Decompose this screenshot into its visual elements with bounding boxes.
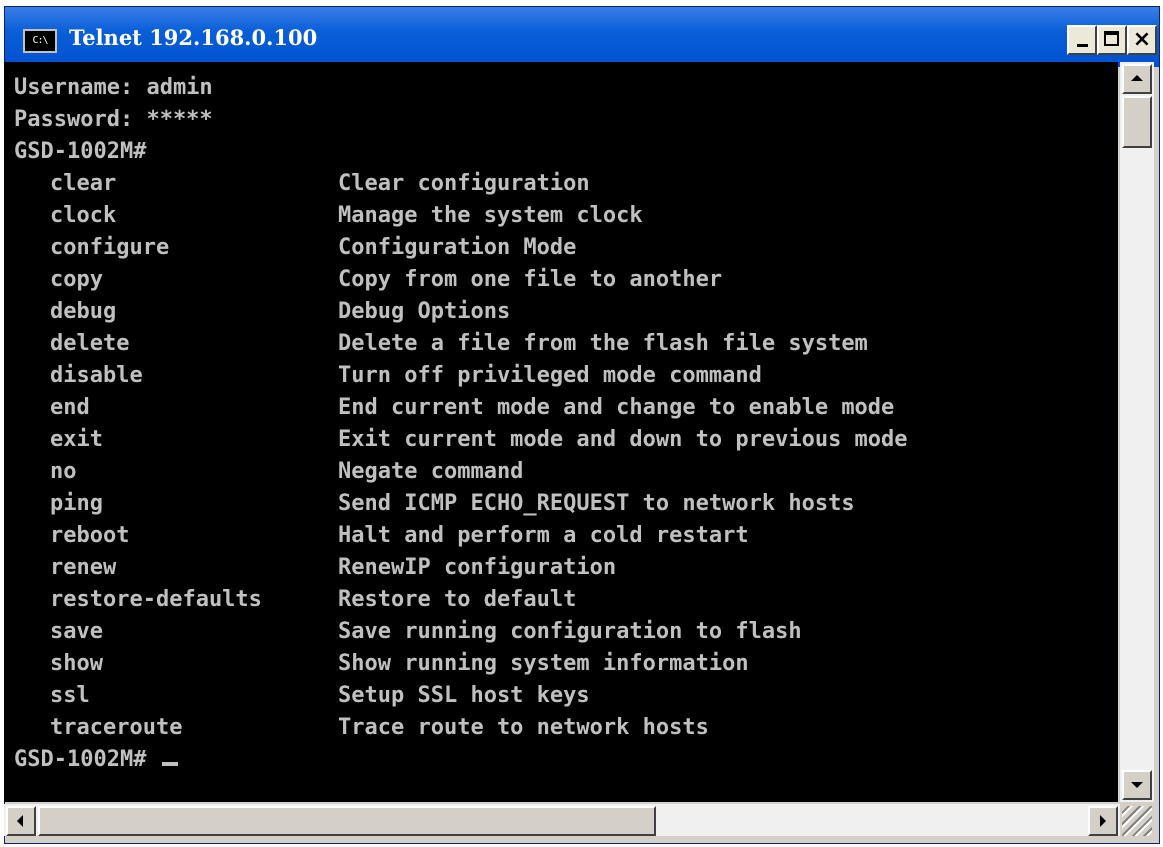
command-name: disable xyxy=(50,363,143,388)
command-description: Turn off privileged mode command xyxy=(338,363,762,388)
cli-prompt: GSD-1002M# xyxy=(14,139,147,164)
resize-grip[interactable] xyxy=(1122,806,1152,836)
command-description: Trace route to network hosts xyxy=(338,715,709,740)
command-name: configure xyxy=(50,235,170,260)
horizontal-scrollbar[interactable] xyxy=(4,804,1120,836)
command-name: traceroute xyxy=(50,715,183,740)
maximize-icon xyxy=(1104,31,1119,46)
command-name: debug xyxy=(50,299,117,324)
command-name: no xyxy=(50,459,77,484)
command-row: restore-defaults Restore to default xyxy=(4,584,1118,616)
maximize-button[interactable] xyxy=(1097,25,1127,55)
command-row: disable Turn off privileged mode command xyxy=(4,360,1118,392)
command-description: Clear configuration xyxy=(338,171,590,196)
vertical-scrollbar[interactable] xyxy=(1120,62,1154,802)
scroll-up-button[interactable] xyxy=(1122,64,1152,94)
command-description: Copy from one file to another xyxy=(338,267,723,292)
command-row: ssl Setup SSL host keys xyxy=(4,680,1118,712)
command-row: save Save running configuration to flash xyxy=(4,616,1118,648)
command-row: no Negate command xyxy=(4,456,1118,488)
console-app-icon[interactable]: C:\ xyxy=(23,29,57,53)
command-name: delete xyxy=(50,331,130,356)
command-description: Negate command xyxy=(338,459,524,484)
scroll-right-button[interactable] xyxy=(1088,806,1118,836)
left-arrow-icon xyxy=(17,815,23,827)
command-description: Setup SSL host keys xyxy=(338,683,590,708)
command-row: end End current mode and change to enable… xyxy=(4,392,1118,424)
command-name: clear xyxy=(50,171,117,196)
command-description: Delete a file from the flash file system xyxy=(338,331,868,356)
command-row: delete Delete a file from the flash file … xyxy=(4,328,1118,360)
command-name: reboot xyxy=(50,523,130,548)
vertical-scroll-thumb[interactable] xyxy=(1122,96,1152,148)
command-description: Restore to default xyxy=(338,587,577,612)
close-icon: × xyxy=(1132,27,1152,52)
command-name: restore-defaults xyxy=(50,587,262,612)
command-name: ping xyxy=(50,491,103,516)
login-prompt-password: Password: ***** xyxy=(14,107,213,132)
up-arrow-icon xyxy=(1131,75,1143,81)
down-arrow-icon xyxy=(1131,782,1143,788)
command-row: copy Copy from one file to another xyxy=(4,264,1118,296)
command-row: ping Send ICMP ECHO_REQUEST to network ho… xyxy=(4,488,1118,520)
command-row: renew RenewIP configuration xyxy=(4,552,1118,584)
command-name: show xyxy=(50,651,103,676)
command-description: Exit current mode and down to previous m… xyxy=(338,427,908,452)
command-row: exit Exit current mode and down to previo… xyxy=(4,424,1118,456)
command-description: End current mode and change to enable mo… xyxy=(338,395,895,420)
minimize-icon xyxy=(1077,44,1088,47)
window-title: Telnet 192.168.0.100 xyxy=(69,25,318,50)
horizontal-scroll-thumb[interactable] xyxy=(38,806,656,836)
text-cursor xyxy=(161,762,178,766)
scroll-down-button[interactable] xyxy=(1122,770,1152,800)
command-description: RenewIP configuration xyxy=(338,555,617,580)
login-prompt-username: Username: admin xyxy=(14,75,213,100)
command-row: clock Manage the system clock xyxy=(4,200,1118,232)
command-name: save xyxy=(50,619,103,644)
command-row: reboot Halt and perform a cold restart xyxy=(4,520,1118,552)
command-row: configure Configuration Mode xyxy=(4,232,1118,264)
title-bar[interactable]: C:\ Telnet 192.168.0.100 × xyxy=(5,7,1159,67)
command-description: Send ICMP ECHO_REQUEST to network hosts xyxy=(338,491,855,516)
command-name: ssl xyxy=(50,683,90,708)
command-row: debug Debug Options xyxy=(4,296,1118,328)
terminal-line: Username: admin xyxy=(4,72,1118,104)
minimize-button[interactable] xyxy=(1067,25,1097,55)
terminal-output[interactable]: Username: admin Password: ***** GSD-1002… xyxy=(4,62,1118,802)
command-description: Halt and perform a cold restart xyxy=(338,523,749,548)
final-prompt-line: GSD-1002M# xyxy=(14,744,178,776)
command-description: Manage the system clock xyxy=(338,203,643,228)
scroll-left-button[interactable] xyxy=(6,806,36,836)
command-row: traceroute Trace route to network hosts xyxy=(4,712,1118,744)
terminal-line: GSD-1002M# xyxy=(4,136,1118,168)
command-row: clear Clear configuration xyxy=(4,168,1118,200)
right-arrow-icon xyxy=(1100,815,1106,827)
command-description: Show running system information xyxy=(338,651,749,676)
command-description: Debug Options xyxy=(338,299,511,324)
terminal-line: GSD-1002M# xyxy=(4,744,1118,776)
command-row: show Show running system information xyxy=(4,648,1118,680)
command-description: Save running configuration to flash xyxy=(338,619,802,644)
command-name: renew xyxy=(50,555,117,580)
terminal-line: Password: ***** xyxy=(4,104,1118,136)
command-name: copy xyxy=(50,267,103,292)
close-button[interactable]: × xyxy=(1127,25,1157,55)
command-description: Configuration Mode xyxy=(338,235,577,260)
command-name: end xyxy=(50,395,90,420)
final-prompt: GSD-1002M# xyxy=(14,747,160,772)
command-name: exit xyxy=(50,427,103,452)
command-name: clock xyxy=(50,203,117,228)
